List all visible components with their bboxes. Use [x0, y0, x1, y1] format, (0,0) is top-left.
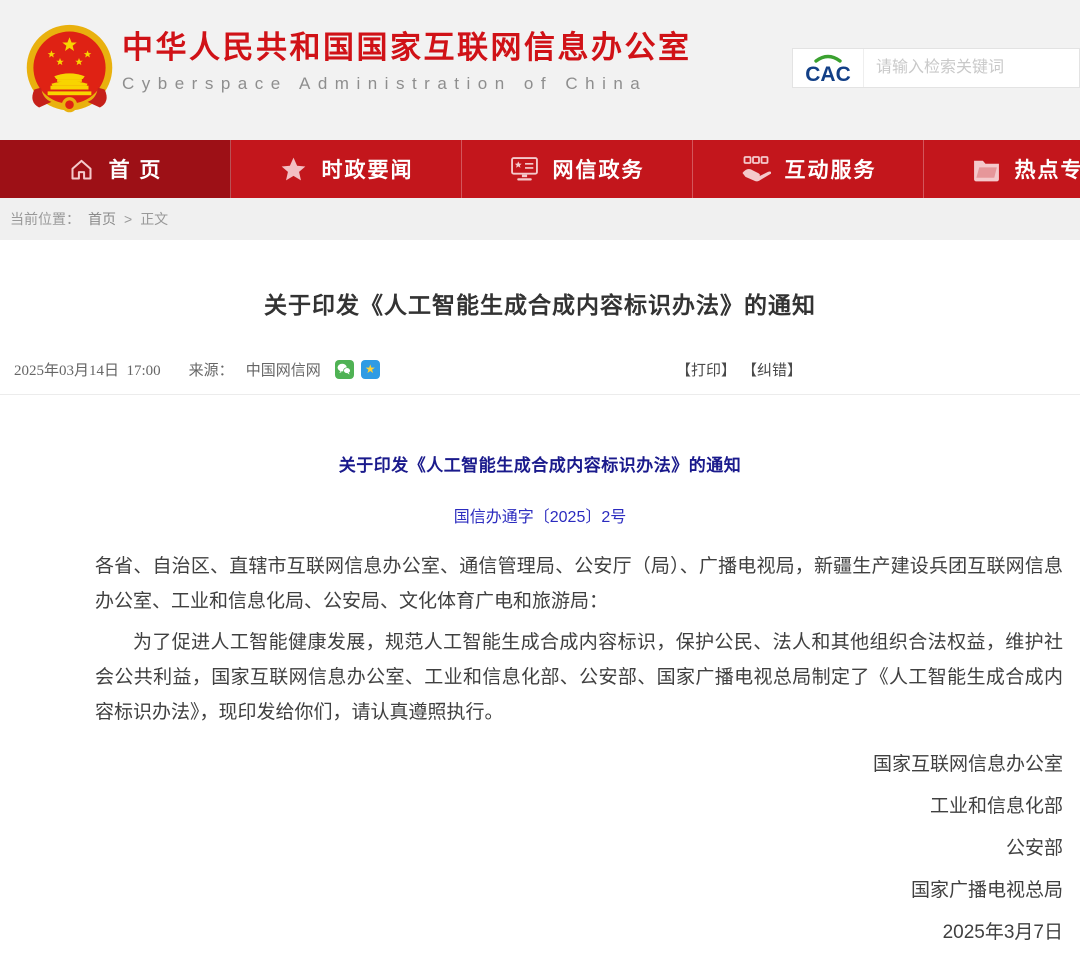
- signature-date: 2025年3月7日: [0, 912, 1063, 954]
- search-box: CAC: [792, 48, 1080, 88]
- nav-item-egov[interactable]: 网信政务: [462, 140, 693, 198]
- document-number: 国信办通字〔2025〕2号: [0, 503, 1080, 527]
- paragraph-main: 为了促进人工智能健康发展，规范人工智能生成合成内容标识，保护公民、法人和其他组织…: [95, 625, 1063, 730]
- article-meta-row: 2025年03月14日 17:00 来源： 中国网信网 ★ 【打印】 【纠错】: [0, 356, 1080, 382]
- wechat-share-icon[interactable]: [335, 360, 354, 379]
- article-body: 各省、自治区、直辖市互联网信息办公室、通信管理局、公安厅（局）、广播电视局，新疆…: [95, 549, 1063, 730]
- paragraph-recipients: 各省、自治区、直辖市互联网信息办公室、通信管理局、公安厅（局）、广播电视局，新疆…: [95, 549, 1063, 619]
- share-icons: ★: [335, 360, 380, 379]
- cac-logo: CAC: [793, 49, 864, 87]
- source-label: 来源：: [189, 359, 234, 380]
- search-input[interactable]: [864, 49, 1080, 87]
- nav-item-label: 时政要闻: [322, 154, 414, 184]
- nav-item-label: 热点专题: [1015, 154, 1080, 184]
- breadcrumb-separator: >: [124, 211, 132, 227]
- signature-line: 工业和信息化部: [0, 786, 1063, 828]
- monitor-icon: [510, 156, 539, 183]
- meta-actions: 【打印】 【纠错】: [676, 356, 802, 382]
- signature-line: 国家广播电视总局: [0, 870, 1063, 912]
- breadcrumb-label: 当前位置：: [10, 209, 80, 229]
- site-header: 中华人民共和国国家互联网信息办公室 Cyberspace Administrat…: [0, 0, 1080, 140]
- main-nav: 首 页 时政要闻 网信政务 互: [0, 140, 1080, 198]
- nav-item-label: 互动服务: [785, 154, 877, 184]
- signature-line: 国家互联网信息办公室: [0, 744, 1063, 786]
- nav-item-news[interactable]: 时政要闻: [231, 140, 462, 198]
- nav-item-label: 网信政务: [553, 154, 645, 184]
- breadcrumb-home-link[interactable]: 首页: [88, 209, 116, 229]
- source-name: 中国网信网: [246, 359, 321, 380]
- breadcrumb: 当前位置： 首页 > 正文: [0, 198, 1080, 240]
- national-emblem-logo: [22, 23, 117, 118]
- nav-item-topics[interactable]: 热点专题: [924, 140, 1080, 198]
- interaction-hand-icon: [740, 155, 771, 183]
- folder-icon: [972, 157, 1001, 182]
- nav-item-services[interactable]: 互动服务: [693, 140, 924, 198]
- star-icon: [279, 155, 308, 184]
- signature-block: 国家互联网信息办公室 工业和信息化部 公安部 国家广播电视总局 2025年3月7…: [0, 744, 1063, 954]
- article-content: 关于印发《人工智能生成合成内容标识办法》的通知 2025年03月14日 17:0…: [0, 240, 1080, 954]
- meta-divider: [0, 394, 1080, 395]
- error-report-button[interactable]: 【纠错】: [742, 359, 802, 380]
- nav-item-home[interactable]: 首 页: [0, 140, 231, 198]
- qzone-share-icon[interactable]: ★: [361, 360, 380, 379]
- document-title: 关于印发《人工智能生成合成内容标识办法》的通知: [0, 451, 1080, 476]
- svg-text:CAC: CAC: [805, 63, 851, 86]
- breadcrumb-current: 正文: [140, 209, 168, 229]
- nav-item-label: 首 页: [109, 154, 163, 184]
- page-title: 关于印发《人工智能生成合成内容标识办法》的通知: [0, 240, 1080, 320]
- print-button[interactable]: 【打印】: [676, 359, 736, 380]
- publish-date: 2025年03月14日 17:00: [14, 359, 161, 380]
- site-subtitle: Cyberspace Administration of China: [122, 74, 692, 94]
- site-title: 中华人民共和国国家互联网信息办公室: [122, 30, 692, 66]
- home-icon: [68, 156, 95, 183]
